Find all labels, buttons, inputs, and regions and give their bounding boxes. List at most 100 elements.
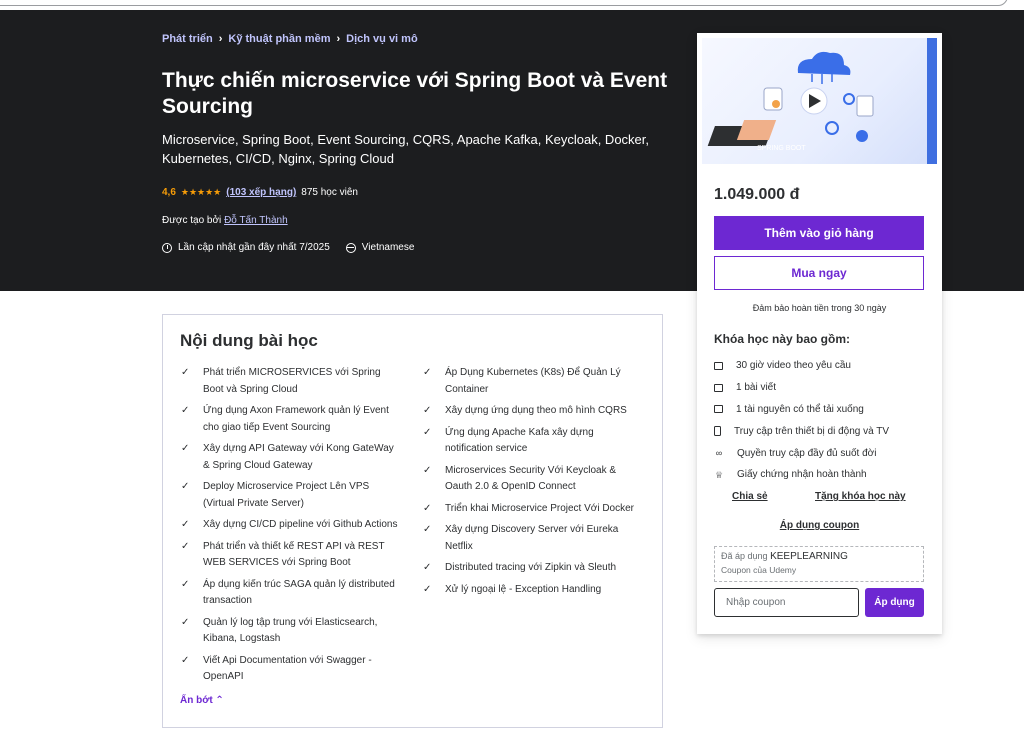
learn-item: ✓ Xây dựng ứng dụng theo mô hình CQRS — [423, 403, 643, 420]
learn-item: ✓ Microservices Security Với Keycloak & O… — [423, 463, 643, 496]
learn-item-text: Áp Dụng Kubernetes (K8s) Để Quản Lý Cont… — [445, 367, 621, 395]
buy-now-button[interactable]: Mua ngay — [714, 256, 924, 290]
gift-course-link[interactable]: Tặng khóa học này — [815, 491, 906, 502]
student-count: 875 học viên — [301, 187, 358, 198]
check-icon: ✓ — [181, 481, 190, 492]
learn-item-text: Xử lý ngoại lệ - Exception Handling — [445, 583, 602, 595]
includes-item: 1 bài viết — [714, 377, 889, 399]
learn-item: ✓ Áp Dụng Kubernetes (K8s) Để Quản Lý Con… — [423, 365, 643, 398]
learn-item: ✓ Phát triển MICROSERVICES với Spring Boo… — [181, 365, 401, 398]
share-link[interactable]: Chia sẻ — [732, 491, 768, 502]
learn-item: ✓ Xây dựng CI/CD pipeline với Github Acti… — [181, 517, 401, 534]
learn-item: ✓ Quản lý log tập trung với Elasticsearch… — [181, 615, 401, 648]
includes-item: 30 giờ video theo yêu cầu — [714, 355, 889, 377]
check-icon: ✓ — [423, 502, 432, 514]
learn-item: ✓ Ứng dụng Apache Kafa xây dựng notificat… — [423, 425, 643, 458]
applied-coupon-line: Đã áp dụng KEEPLEARNING — [721, 551, 917, 562]
includes-item: 1 tài nguyên có thể tải xuống — [714, 399, 889, 421]
learn-section-title: Nội dung bài học — [180, 331, 318, 350]
what-you-will-learn: Nội dung bài học ✓ Phát triển MICROSERVIC… — [162, 314, 663, 728]
includes-list: 30 giờ video theo yêu cầu 1 bài viết 1 t… — [714, 355, 889, 486]
infinity-icon: ∞ — [715, 448, 723, 459]
course-language: Vietnamese — [361, 242, 415, 253]
learn-item: ✓ Xây dựng API Gateway với Kong GateWay &… — [181, 441, 401, 474]
learn-item-text: Xây dựng ứng dụng theo mô hình CQRS — [445, 405, 627, 416]
includes-label: Truy cập trên thiết bị di động và TV — [734, 425, 890, 437]
purchase-sidebar: SPRING BOOT 1.049.000 đ Thêm vào giỏ hàn… — [697, 33, 942, 634]
learn-item-text: Phát triển và thiết kế REST API và REST … — [203, 540, 385, 569]
learn-item-text: Xây dựng CI/CD pipeline với Github Actio… — [203, 519, 398, 530]
show-less-button[interactable]: Ẩn bớt ⌃ — [180, 695, 224, 706]
course-preview-video[interactable]: SPRING BOOT — [699, 35, 940, 167]
coupon-owner: Coupon của Udemy — [721, 565, 797, 575]
applied-coupon-code: KEEPLEARNING — [770, 551, 848, 562]
learn-item: ✓ Triển khai Microservice Project Với Doc… — [423, 501, 643, 518]
chevron-right-icon: › — [218, 33, 223, 45]
check-icon: ✓ — [423, 464, 432, 476]
video-icon — [714, 361, 723, 370]
check-icon: ✓ — [181, 578, 190, 590]
learn-item-text: Quản lý log tập trung với Elasticsearch,… — [203, 616, 378, 645]
course-subtitle: Microservice, Spring Boot, Event Sourcin… — [162, 132, 649, 166]
breadcrumb-item-development[interactable]: Phát triển — [162, 33, 213, 45]
includes-label: Quyền truy cập đầy đủ suốt đời — [737, 447, 877, 459]
learn-item: ✓ Distributed tracing với Zipkin và Sleut… — [423, 560, 643, 577]
svg-text:SPRING BOOT: SPRING BOOT — [757, 145, 806, 152]
course-illustration: SPRING BOOT — [707, 51, 874, 152]
star-rating-icon: ★★★★★ — [180, 187, 222, 197]
search-input-edge[interactable] — [0, 0, 1008, 6]
includes-label: 1 tài nguyên có thể tải xuống — [736, 403, 864, 415]
apply-coupon-link[interactable]: Áp dụng coupon — [697, 520, 942, 531]
learn-item: ✓ Xây dựng Discovery Server với Eureka Ne… — [423, 522, 643, 555]
learn-item: ✓ Xử lý ngoại lệ - Exception Handling — [423, 582, 643, 599]
learn-item: ✓ Viết Api Documentation với Swagger - Op… — [181, 653, 401, 686]
includes-label: 1 bài viết — [736, 382, 777, 394]
coupon-input[interactable] — [714, 588, 859, 617]
learn-item: ✓ Ứng dụng Axon Framework quản lý Event c… — [181, 403, 401, 436]
course-price: 1.049.000 đ — [714, 186, 800, 203]
learn-item-text: Xây dựng API Gateway với Kong GateWay & … — [203, 443, 394, 471]
learn-item-text: Triển khai Microservice Project Với Dock… — [445, 502, 635, 514]
breadcrumb-item-software-engineering[interactable]: Kỹ thuật phần mềm — [228, 33, 330, 45]
add-to-cart-button[interactable]: Thêm vào giỏ hàng — [714, 216, 924, 250]
download-icon — [714, 405, 723, 414]
chevron-right-icon: › — [336, 33, 341, 45]
coupon-apply-button[interactable]: Áp dụng — [865, 588, 924, 617]
learn-item-text: Deploy Microservice Project Lên VPS (Vir… — [203, 481, 370, 509]
check-icon: ✓ — [423, 426, 432, 438]
author-link[interactable]: Đỗ Tấn Thành — [224, 215, 288, 226]
ratings-count-link[interactable]: (103 xếp hạng) — [226, 187, 296, 198]
money-back-guarantee: Đảm bảo hoàn tiền trong 30 ngày — [752, 303, 887, 313]
includes-label: 30 giờ video theo yêu cầu — [736, 360, 851, 372]
learn-item-text: Áp dụng kiến trúc SAGA quản lý distribut… — [203, 578, 395, 607]
includes-item: ∞ Quyền truy cập đầy đủ suốt đời — [714, 442, 889, 464]
includes-item: Truy cập trên thiết bị di động và TV — [714, 420, 889, 442]
clock-icon — [162, 242, 172, 253]
trophy-icon: ♕ — [714, 469, 724, 480]
applied-coupon-box: Đã áp dụng KEEPLEARNING Coupon của Udemy — [714, 546, 924, 582]
learn-list-left: ✓ Phát triển MICROSERVICES với Spring Boo… — [181, 365, 401, 691]
check-icon: ✓ — [181, 540, 190, 552]
includes-item: ♕ Giấy chứng nhận hoàn thành — [714, 464, 889, 486]
check-icon: ✓ — [181, 405, 190, 416]
top-search-bar-edge — [0, 0, 1024, 10]
globe-icon — [345, 242, 356, 253]
meta-row: Lần cập nhật gần đây nhất 7/2025 Vietnam… — [162, 242, 414, 253]
check-icon: ✓ — [423, 562, 432, 573]
learn-item-text: Xây dựng Discovery Server với Eureka Net… — [445, 524, 619, 552]
learn-item: ✓ Deploy Microservice Project Lên VPS (Vi… — [181, 479, 401, 512]
includes-title: Khóa học này bao gồm: — [714, 332, 851, 346]
check-icon: ✓ — [181, 654, 190, 666]
rating-row: 4,6 ★★★★★ (103 xếp hạng) 875 học viên — [162, 187, 358, 198]
check-icon: ✓ — [181, 519, 190, 530]
check-icon: ✓ — [423, 524, 432, 535]
learn-item-text: Distributed tracing với Zipkin và Sleuth — [445, 562, 617, 573]
last-updated: Lần cập nhật gần đây nhất 7/2025 — [178, 242, 330, 253]
breadcrumb-item-microservices[interactable]: Dịch vụ vi mô — [346, 33, 418, 45]
author-row: Được tạo bởi Đỗ Tấn Thành — [162, 215, 288, 226]
includes-label: Giấy chứng nhận hoàn thành — [737, 469, 867, 481]
breadcrumb: Phát triển › Kỹ thuật phần mềm › Dịch vụ… — [162, 33, 418, 45]
mobile-icon — [714, 426, 721, 437]
check-icon: ✓ — [181, 443, 190, 454]
learn-item-text: Ứng dụng Apache Kafa xây dựng notificati… — [445, 426, 594, 455]
